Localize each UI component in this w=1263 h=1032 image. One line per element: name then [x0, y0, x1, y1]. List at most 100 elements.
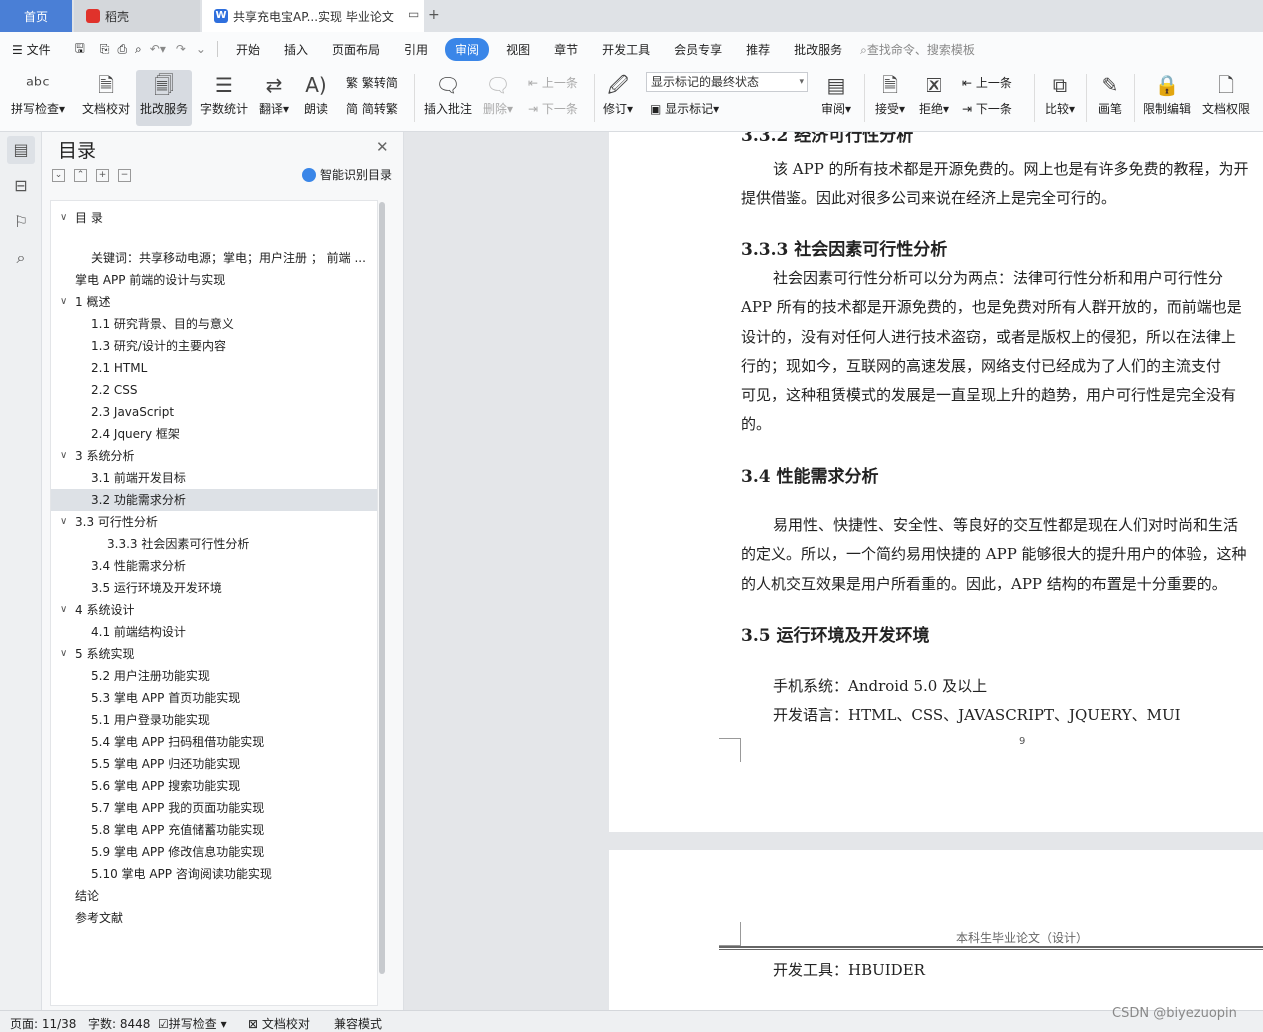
toc-item[interactable]: 5.4 掌电 APP 扫码租借功能实现	[51, 731, 377, 753]
remove-heading-icon[interactable]: −	[118, 169, 131, 182]
toc-item[interactable]: 5.1 用户登录功能实现	[51, 709, 377, 731]
chevron-down-icon[interactable]: ∨	[60, 207, 67, 229]
save-icon[interactable]: 🖫	[63, 39, 97, 60]
next-change-button[interactable]: ⇥ 下一条	[962, 100, 1012, 117]
chevron-down-icon[interactable]: ∨	[60, 445, 67, 467]
toc-item[interactable]: 3.3.3 社会因素可行性分析	[51, 533, 377, 555]
toc-item[interactable]: 4.1 前端结构设计	[51, 621, 377, 643]
preview-icon[interactable]: ⌕	[132, 42, 145, 57]
reject-button[interactable]: 🗷 拒绝▾	[914, 70, 954, 126]
trad-to-simp-button[interactable]: 繁 繁转简	[346, 74, 398, 91]
print-icon[interactable]: ⎙	[112, 42, 132, 57]
menu-item-insert[interactable]: 插入	[272, 41, 320, 58]
close-icon[interactable]: ✕	[376, 138, 389, 156]
toc-panel-icon[interactable]: ▤	[7, 136, 35, 164]
status-proofread[interactable]: ⊠ 文档校对	[248, 1015, 310, 1032]
compare-button[interactable]: ⧉ 比较▾	[1040, 70, 1080, 126]
menu-item-view[interactable]: 视图	[494, 41, 542, 58]
toc-item[interactable]: ∨ 目 录	[51, 207, 377, 229]
show-markup-button[interactable]: ▣ 显示标记▾	[650, 100, 719, 117]
pen-button[interactable]: ✎ 画笔	[1094, 70, 1126, 126]
toc-item[interactable]: ∨ 5 系统实现	[51, 643, 377, 665]
toc-item[interactable]: 结论	[51, 885, 377, 907]
markup-state-select[interactable]: 显示标记的最终状态 ▾	[646, 72, 808, 92]
menu-item-reference[interactable]: 引用	[392, 41, 440, 58]
proofread-button[interactable]: 🗎 文档校对	[80, 70, 132, 126]
search-icon[interactable]: ⌕	[7, 244, 35, 272]
review-pane-button[interactable]: ▤ 审阅▾	[816, 70, 856, 126]
collapse-all-icon[interactable]: ⌃	[74, 169, 87, 182]
chevron-down-icon[interactable]: ⌄	[191, 42, 211, 56]
toc-item[interactable]: ∨ 4 系统设计	[51, 599, 377, 621]
toc-item[interactable]: 5.2 用户注册功能实现	[51, 665, 377, 687]
insert-comment-button[interactable]: 🗨 插入批注	[422, 70, 474, 126]
smart-toc-button[interactable]: 智能识别目录	[302, 166, 392, 183]
command-search[interactable]: ⌕查找命令、搜索模板	[860, 41, 975, 58]
toc-item[interactable]: 关键词：共享移动电源；掌电；用户注册 ； 前端 ...	[51, 247, 377, 269]
translate-button[interactable]: ⇄ 翻译▾	[256, 70, 292, 126]
toc-item[interactable]: 5.8 掌电 APP 充值储蓄功能实现	[51, 819, 377, 841]
menu-item-review[interactable]: 审阅	[445, 37, 490, 61]
chevron-down-icon[interactable]: ∨	[60, 511, 67, 533]
toc-item[interactable]: 2.4 Jquery 框架	[51, 423, 377, 445]
redo-icon[interactable]: ↷	[171, 42, 191, 56]
toc-item[interactable]: 3.1 前端开发目标	[51, 467, 377, 489]
toc-item[interactable]: 2.1 HTML	[51, 357, 377, 379]
tab-document[interactable]: W 共享充电宝AP...实现 毕业论文	[202, 0, 424, 32]
menu-item-devtools[interactable]: 开发工具	[590, 41, 662, 58]
toc-scrollbar[interactable]	[379, 202, 385, 974]
toc-item[interactable]: 掌电 APP 前端的设计与实现	[51, 269, 377, 291]
status-spellcheck[interactable]: ☑拼写检查 ▾	[158, 1015, 227, 1032]
toc-item[interactable]: 3.5 运行环境及开发环境	[51, 577, 377, 599]
restrict-edit-button[interactable]: 🔒 限制编辑	[1140, 70, 1194, 126]
word-count-button[interactable]: ☰ 字数统计	[198, 70, 250, 126]
new-tab-button[interactable]: +	[428, 7, 440, 23]
toc-item[interactable]: 5.9 掌电 APP 修改信息功能实现	[51, 841, 377, 863]
menu-item-chapter[interactable]: 章节	[542, 41, 590, 58]
undo-icon[interactable]: ↶▾	[145, 42, 171, 56]
add-heading-icon[interactable]: +	[96, 169, 109, 182]
accept-button[interactable]: 🗎 接受▾	[870, 70, 910, 126]
revise-button[interactable]: 🖉 修订▾	[600, 70, 636, 126]
toc-item[interactable]: ∨ 3.3 可行性分析	[51, 511, 377, 533]
correct-service-button[interactable]: 🗐 批改服务	[136, 70, 192, 126]
read-aloud-button[interactable]: A) 朗读	[300, 70, 332, 126]
toc-item[interactable]: 1.3 研究/设计的主要内容	[51, 335, 377, 357]
bookmark-icon[interactable]: ⚐	[7, 208, 35, 236]
spellcheck-button[interactable]: ᵃᵇᶜ 拼写检查▾	[10, 70, 66, 126]
toc-item[interactable]: ∨ 3 系统分析	[51, 445, 377, 467]
menu-item-layout[interactable]: 页面布局	[320, 41, 392, 58]
toc-item[interactable]: 5.5 掌电 APP 归还功能实现	[51, 753, 377, 775]
export-icon[interactable]: ⎘	[97, 42, 113, 57]
word-count-indicator[interactable]: 字数: 8448	[88, 1015, 150, 1032]
chevron-down-icon[interactable]: ∨	[60, 643, 67, 665]
window-icon[interactable]: ▭	[408, 7, 419, 21]
prev-comment-button[interactable]: ⇤ 上一条	[528, 74, 578, 91]
toc-item[interactable]: 5.6 掌电 APP 搜索功能实现	[51, 775, 377, 797]
delete-comment-button[interactable]: 🗨 删除▾	[480, 70, 516, 126]
simp-to-trad-button[interactable]: 简 简转繁	[346, 100, 398, 117]
toc-item[interactable]: 3.2 功能需求分析	[51, 489, 377, 511]
chapter-nav-icon[interactable]: ⊟	[7, 172, 35, 200]
toc-item[interactable]: 参考文献	[51, 907, 377, 929]
page-indicator[interactable]: 页面: 11/38	[10, 1015, 76, 1032]
menu-item-correct[interactable]: 批改服务	[782, 41, 854, 58]
toc-item[interactable]: 5.10 掌电 APP 咨询阅读功能实现	[51, 863, 377, 885]
toc-item[interactable]: 2.3 JavaScript	[51, 401, 377, 423]
doc-permission-button[interactable]: 🗋 文档权限	[1198, 70, 1254, 126]
toc-item[interactable]: 3.4 性能需求分析	[51, 555, 377, 577]
menu-item-recommend[interactable]: 推荐	[734, 41, 782, 58]
toc-item[interactable]: 5.7 掌电 APP 我的页面功能实现	[51, 797, 377, 819]
tab-home[interactable]: 首页	[0, 0, 72, 32]
toc-item[interactable]: 1.1 研究背景、目的与意义	[51, 313, 377, 335]
menu-item-start[interactable]: 开始	[224, 41, 272, 58]
expand-all-icon[interactable]: ⌄	[52, 169, 65, 182]
toc-item[interactable]: ∨ 1 概述	[51, 291, 377, 313]
chevron-down-icon[interactable]: ∨	[60, 291, 67, 313]
menu-item-member[interactable]: 会员专享	[662, 41, 734, 58]
chevron-down-icon[interactable]: ∨	[60, 599, 67, 621]
prev-change-button[interactable]: ⇤ 上一条	[962, 74, 1012, 91]
next-comment-button[interactable]: ⇥ 下一条	[528, 100, 578, 117]
file-menu[interactable]: ☰ 文件	[0, 41, 63, 58]
tab-daoke[interactable]: 稻壳	[74, 0, 200, 32]
